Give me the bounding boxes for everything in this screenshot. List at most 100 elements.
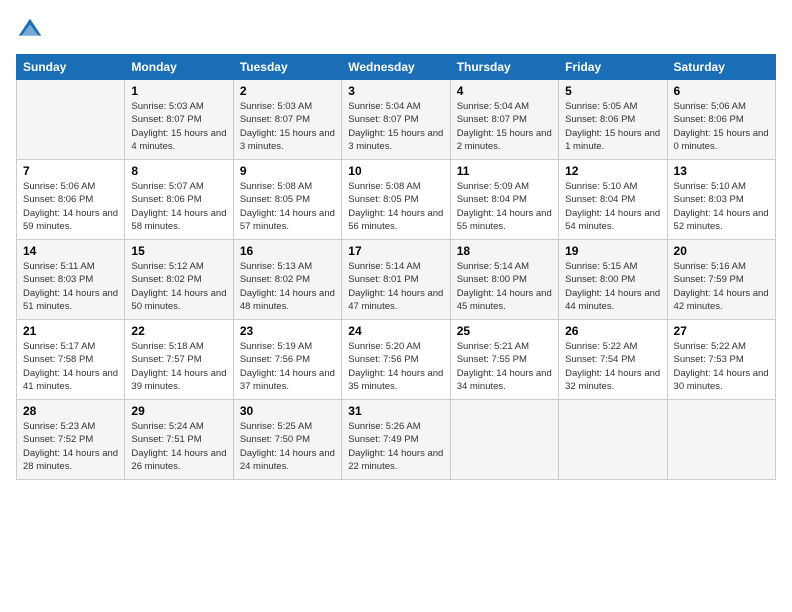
calendar-cell: 22 Sunrise: 5:18 AMSunset: 7:57 PMDaylig… [125,320,233,400]
day-number: 8 [131,164,226,178]
calendar-week: 1 Sunrise: 5:03 AMSunset: 8:07 PMDayligh… [17,80,776,160]
day-number: 14 [23,244,118,258]
calendar-cell: 3 Sunrise: 5:04 AMSunset: 8:07 PMDayligh… [342,80,450,160]
calendar-cell: 6 Sunrise: 5:06 AMSunset: 8:06 PMDayligh… [667,80,775,160]
day-info: Sunrise: 5:24 AMSunset: 7:51 PMDaylight:… [131,421,226,472]
day-info: Sunrise: 5:22 AMSunset: 7:53 PMDaylight:… [674,341,769,392]
calendar-cell: 25 Sunrise: 5:21 AMSunset: 7:55 PMDaylig… [450,320,558,400]
day-number: 7 [23,164,118,178]
day-number: 13 [674,164,769,178]
calendar-cell: 18 Sunrise: 5:14 AMSunset: 8:00 PMDaylig… [450,240,558,320]
day-info: Sunrise: 5:12 AMSunset: 8:02 PMDaylight:… [131,261,226,312]
calendar-week: 21 Sunrise: 5:17 AMSunset: 7:58 PMDaylig… [17,320,776,400]
calendar-cell: 4 Sunrise: 5:04 AMSunset: 8:07 PMDayligh… [450,80,558,160]
calendar-cell: 12 Sunrise: 5:10 AMSunset: 8:04 PMDaylig… [559,160,667,240]
day-info: Sunrise: 5:11 AMSunset: 8:03 PMDaylight:… [23,261,118,312]
header-row: SundayMondayTuesdayWednesdayThursdayFrid… [17,55,776,80]
day-info: Sunrise: 5:10 AMSunset: 8:04 PMDaylight:… [565,181,660,232]
day-info: Sunrise: 5:14 AMSunset: 8:00 PMDaylight:… [457,261,552,312]
day-number: 29 [131,404,226,418]
day-info: Sunrise: 5:03 AMSunset: 8:07 PMDaylight:… [131,101,226,152]
day-info: Sunrise: 5:13 AMSunset: 8:02 PMDaylight:… [240,261,335,312]
calendar-week: 28 Sunrise: 5:23 AMSunset: 7:52 PMDaylig… [17,400,776,480]
day-number: 3 [348,84,443,98]
day-info: Sunrise: 5:05 AMSunset: 8:06 PMDaylight:… [565,101,660,152]
calendar-cell: 10 Sunrise: 5:08 AMSunset: 8:05 PMDaylig… [342,160,450,240]
day-number: 27 [674,324,769,338]
calendar-cell: 23 Sunrise: 5:19 AMSunset: 7:56 PMDaylig… [233,320,341,400]
calendar-cell: 21 Sunrise: 5:17 AMSunset: 7:58 PMDaylig… [17,320,125,400]
day-info: Sunrise: 5:07 AMSunset: 8:06 PMDaylight:… [131,181,226,232]
day-number: 21 [23,324,118,338]
calendar-cell: 31 Sunrise: 5:26 AMSunset: 7:49 PMDaylig… [342,400,450,480]
day-info: Sunrise: 5:16 AMSunset: 7:59 PMDaylight:… [674,261,769,312]
day-info: Sunrise: 5:20 AMSunset: 7:56 PMDaylight:… [348,341,443,392]
day-number: 30 [240,404,335,418]
day-number: 9 [240,164,335,178]
calendar-cell: 24 Sunrise: 5:20 AMSunset: 7:56 PMDaylig… [342,320,450,400]
calendar-cell [667,400,775,480]
day-info: Sunrise: 5:06 AMSunset: 8:06 PMDaylight:… [674,101,769,152]
day-info: Sunrise: 5:03 AMSunset: 8:07 PMDaylight:… [240,101,335,152]
day-number: 10 [348,164,443,178]
header-day: Saturday [667,55,775,80]
day-info: Sunrise: 5:04 AMSunset: 8:07 PMDaylight:… [348,101,443,152]
calendar-cell: 2 Sunrise: 5:03 AMSunset: 8:07 PMDayligh… [233,80,341,160]
calendar-cell [450,400,558,480]
calendar-cell: 20 Sunrise: 5:16 AMSunset: 7:59 PMDaylig… [667,240,775,320]
day-number: 23 [240,324,335,338]
calendar-header: SundayMondayTuesdayWednesdayThursdayFrid… [17,55,776,80]
calendar-cell: 27 Sunrise: 5:22 AMSunset: 7:53 PMDaylig… [667,320,775,400]
day-info: Sunrise: 5:21 AMSunset: 7:55 PMDaylight:… [457,341,552,392]
day-info: Sunrise: 5:15 AMSunset: 8:00 PMDaylight:… [565,261,660,312]
day-number: 28 [23,404,118,418]
day-number: 4 [457,84,552,98]
header-day: Wednesday [342,55,450,80]
day-info: Sunrise: 5:08 AMSunset: 8:05 PMDaylight:… [240,181,335,232]
day-info: Sunrise: 5:14 AMSunset: 8:01 PMDaylight:… [348,261,443,312]
calendar-cell: 16 Sunrise: 5:13 AMSunset: 8:02 PMDaylig… [233,240,341,320]
header-day: Thursday [450,55,558,80]
calendar-cell: 19 Sunrise: 5:15 AMSunset: 8:00 PMDaylig… [559,240,667,320]
day-number: 16 [240,244,335,258]
calendar-cell: 13 Sunrise: 5:10 AMSunset: 8:03 PMDaylig… [667,160,775,240]
day-info: Sunrise: 5:25 AMSunset: 7:50 PMDaylight:… [240,421,335,472]
calendar-cell: 28 Sunrise: 5:23 AMSunset: 7:52 PMDaylig… [17,400,125,480]
logo-icon [16,16,44,44]
day-number: 11 [457,164,552,178]
day-number: 2 [240,84,335,98]
calendar-cell: 26 Sunrise: 5:22 AMSunset: 7:54 PMDaylig… [559,320,667,400]
calendar-cell: 1 Sunrise: 5:03 AMSunset: 8:07 PMDayligh… [125,80,233,160]
calendar-table: SundayMondayTuesdayWednesdayThursdayFrid… [16,54,776,480]
header-day: Sunday [17,55,125,80]
calendar-cell [17,80,125,160]
day-number: 26 [565,324,660,338]
day-info: Sunrise: 5:23 AMSunset: 7:52 PMDaylight:… [23,421,118,472]
day-number: 22 [131,324,226,338]
calendar-cell: 17 Sunrise: 5:14 AMSunset: 8:01 PMDaylig… [342,240,450,320]
calendar-cell: 11 Sunrise: 5:09 AMSunset: 8:04 PMDaylig… [450,160,558,240]
header-day: Tuesday [233,55,341,80]
header-day: Monday [125,55,233,80]
calendar-cell: 30 Sunrise: 5:25 AMSunset: 7:50 PMDaylig… [233,400,341,480]
day-info: Sunrise: 5:10 AMSunset: 8:03 PMDaylight:… [674,181,769,232]
day-info: Sunrise: 5:18 AMSunset: 7:57 PMDaylight:… [131,341,226,392]
calendar-cell: 29 Sunrise: 5:24 AMSunset: 7:51 PMDaylig… [125,400,233,480]
calendar-week: 14 Sunrise: 5:11 AMSunset: 8:03 PMDaylig… [17,240,776,320]
calendar-week: 7 Sunrise: 5:06 AMSunset: 8:06 PMDayligh… [17,160,776,240]
day-info: Sunrise: 5:04 AMSunset: 8:07 PMDaylight:… [457,101,552,152]
day-info: Sunrise: 5:26 AMSunset: 7:49 PMDaylight:… [348,421,443,472]
logo [16,16,48,44]
header-day: Friday [559,55,667,80]
day-info: Sunrise: 5:08 AMSunset: 8:05 PMDaylight:… [348,181,443,232]
day-number: 25 [457,324,552,338]
day-number: 20 [674,244,769,258]
header-row [16,16,776,44]
calendar-cell: 15 Sunrise: 5:12 AMSunset: 8:02 PMDaylig… [125,240,233,320]
day-number: 24 [348,324,443,338]
day-number: 5 [565,84,660,98]
day-info: Sunrise: 5:06 AMSunset: 8:06 PMDaylight:… [23,181,118,232]
day-info: Sunrise: 5:22 AMSunset: 7:54 PMDaylight:… [565,341,660,392]
day-number: 1 [131,84,226,98]
calendar-cell: 14 Sunrise: 5:11 AMSunset: 8:03 PMDaylig… [17,240,125,320]
